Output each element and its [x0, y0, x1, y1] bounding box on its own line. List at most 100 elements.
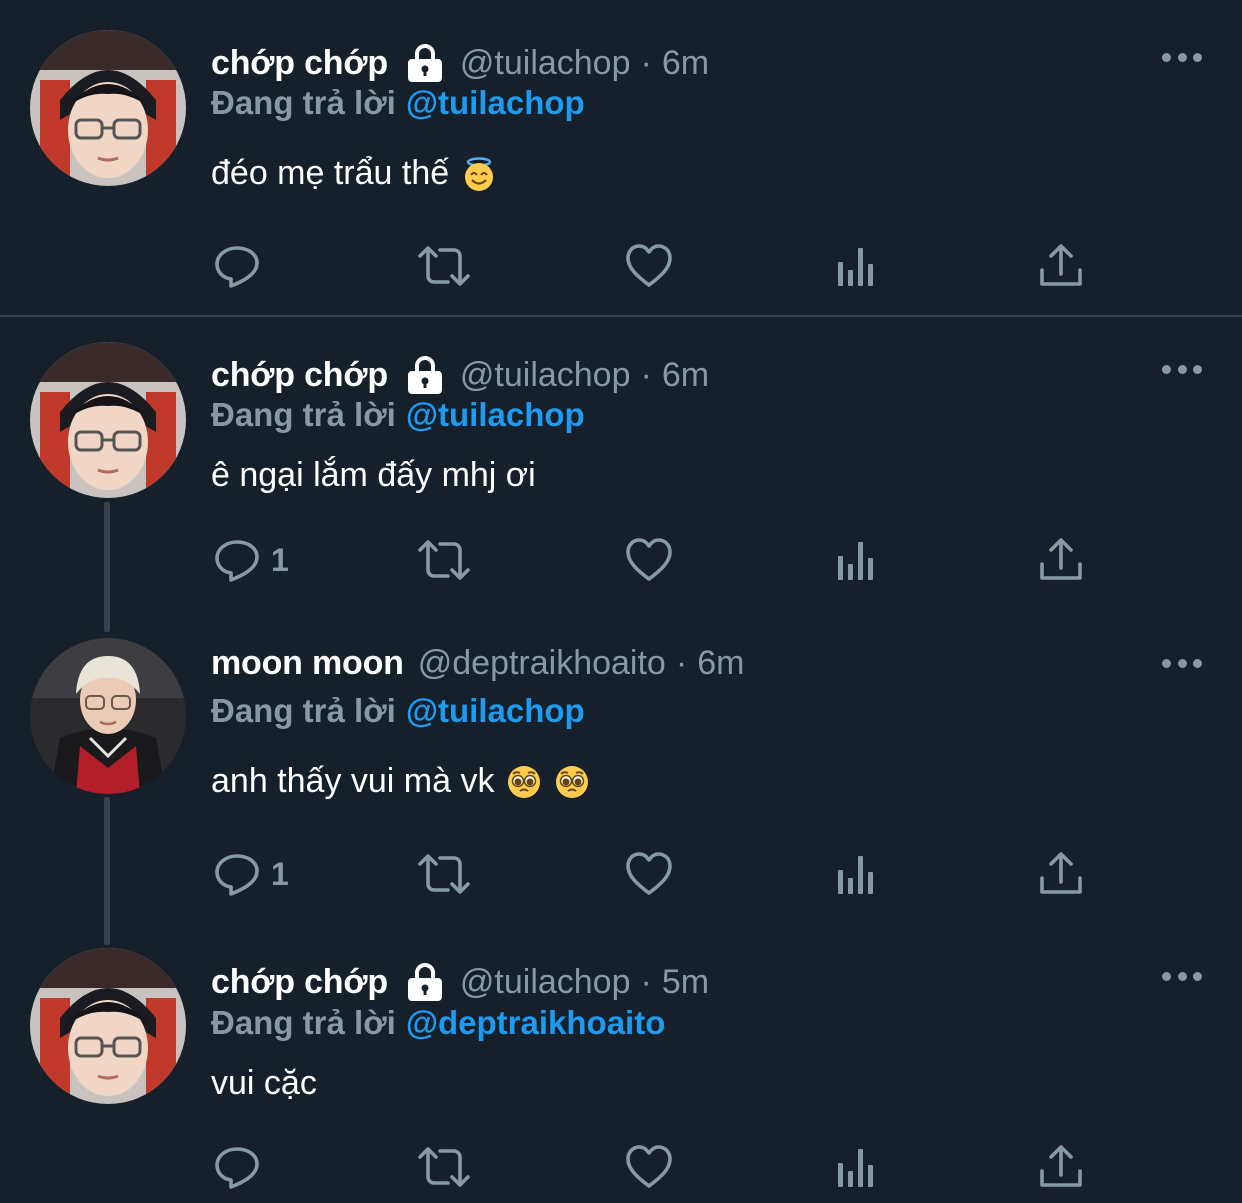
tweet-text: ê ngại lắm đấy mhj ơi — [211, 456, 536, 495]
replying-to: Đang trả lời @tuilachop — [211, 692, 585, 730]
analytics-icon — [838, 542, 873, 580]
more-options-icon[interactable] — [1162, 656, 1202, 670]
tweet-header: moon moon @deptraikhoaito · 6m — [211, 640, 744, 686]
retweet-icon — [418, 540, 470, 580]
user-handle[interactable]: @deptraikhoaito — [418, 644, 666, 683]
avatar-chop-image — [30, 948, 186, 1104]
tweet-feed: chớp chớp @tuilachop · 6m Đang trả lời @t… — [0, 0, 1242, 1203]
more-options-icon[interactable] — [1162, 969, 1202, 983]
avatar[interactable] — [30, 948, 186, 1104]
avatar[interactable] — [30, 638, 186, 794]
timestamp[interactable]: 6m — [662, 356, 709, 395]
reply-prefix: Đang trả lời — [211, 84, 396, 121]
reply-mention-link[interactable]: @tuilachop — [406, 396, 585, 433]
tweet-header: chớp chớp @tuilachop · 6m — [211, 352, 709, 398]
pleading-face-emoji — [554, 764, 590, 800]
analytics-button[interactable] — [832, 241, 880, 291]
avatar-chop-image — [30, 342, 186, 498]
reply-icon — [215, 540, 259, 582]
reply-icon — [215, 1147, 259, 1189]
retweet-icon — [418, 246, 470, 286]
tweet-1[interactable]: chớp chớp @tuilachop · 6m Đang trả lời @t… — [0, 0, 1242, 316]
analytics-icon — [838, 248, 873, 286]
tweet-body: anh thấy vui mà vk — [211, 762, 495, 800]
tweet-text: anh thấy vui mà vk — [211, 762, 590, 801]
analytics-button[interactable] — [832, 849, 880, 899]
reply-prefix: Đang trả lời — [211, 692, 396, 729]
user-handle[interactable]: @tuilachop — [460, 44, 631, 83]
tweet-header: chớp chớp @tuilachop · 6m — [211, 40, 709, 86]
more-options-icon[interactable] — [1162, 50, 1202, 64]
reply-button[interactable]: 1 — [213, 849, 289, 899]
avatar[interactable] — [30, 30, 186, 186]
display-name[interactable]: moon moon — [211, 644, 404, 683]
separator-dot: · — [640, 355, 652, 394]
tweet-body: đéo mẹ trẩu thế — [211, 154, 450, 192]
tweet-text: vui cặc — [211, 1064, 317, 1103]
tweet-text: đéo mẹ trẩu thế — [211, 154, 497, 193]
tweet-actions: 1 — [211, 535, 1111, 585]
avatar[interactable] — [30, 342, 186, 498]
share-icon — [1040, 244, 1082, 286]
share-icon — [1040, 538, 1082, 580]
timestamp[interactable]: 6m — [662, 44, 709, 83]
analytics-button[interactable] — [832, 535, 880, 585]
reply-mention-link[interactable]: @deptraikhoaito — [406, 1004, 666, 1041]
tweet-2[interactable]: chớp chớp @tuilachop · 6m Đang trả lời @t… — [0, 316, 1242, 616]
avatar-moon-image — [30, 638, 186, 794]
more-options-icon[interactable] — [1162, 362, 1202, 376]
retweet-button[interactable] — [416, 1142, 472, 1192]
display-name[interactable]: chớp chớp — [211, 963, 388, 1002]
like-icon — [626, 244, 672, 287]
share-button[interactable] — [1037, 535, 1085, 585]
like-button[interactable] — [625, 241, 673, 291]
display-name[interactable]: chớp chớp — [211, 44, 388, 83]
reply-button[interactable] — [213, 241, 271, 291]
like-icon — [626, 538, 672, 581]
smiling-face-with-halo-emoji — [461, 156, 497, 192]
separator-dot: · — [640, 43, 652, 82]
tweet-body: vui cặc — [211, 1064, 317, 1102]
reply-prefix: Đang trả lời — [211, 396, 396, 433]
reply-mention-link[interactable]: @tuilachop — [406, 692, 585, 729]
analytics-icon — [838, 856, 873, 894]
analytics-button[interactable] — [832, 1142, 880, 1192]
reply-prefix: Đang trả lời — [211, 1004, 396, 1041]
display-name[interactable]: chớp chớp — [211, 356, 388, 395]
share-button[interactable] — [1037, 1142, 1085, 1192]
like-button[interactable] — [625, 849, 673, 899]
share-button[interactable] — [1037, 241, 1085, 291]
tweet-3[interactable]: moon moon @deptraikhoaito · 6m Đang trả … — [0, 616, 1242, 932]
tweet-4[interactable]: chớp chớp @tuilachop · 5m Đang trả lời @d… — [0, 932, 1242, 1203]
retweet-icon — [418, 1147, 470, 1187]
replying-to: Đang trả lời @tuilachop — [211, 396, 585, 434]
tweet-actions: 1 — [211, 849, 1111, 899]
reply-button[interactable] — [213, 1142, 271, 1192]
user-handle[interactable]: @tuilachop — [460, 963, 631, 1002]
retweet-button[interactable] — [416, 535, 472, 585]
reply-button[interactable]: 1 — [213, 535, 289, 585]
retweet-button[interactable] — [416, 241, 472, 291]
like-button[interactable] — [625, 535, 673, 585]
like-icon — [626, 852, 672, 895]
like-button[interactable] — [625, 1142, 673, 1192]
tweet-actions — [211, 1142, 1111, 1192]
like-icon — [626, 1145, 672, 1188]
reply-mention-link[interactable]: @tuilachop — [406, 84, 585, 121]
timestamp[interactable]: 5m — [662, 963, 709, 1002]
replying-to: Đang trả lời @tuilachop — [211, 84, 585, 122]
separator-dot: · — [640, 962, 652, 1001]
retweet-icon — [418, 854, 470, 894]
retweet-button[interactable] — [416, 849, 472, 899]
user-handle[interactable]: @tuilachop — [460, 356, 631, 395]
reply-count: 1 — [271, 855, 289, 892]
replying-to: Đang trả lời @deptraikhoaito — [211, 1004, 665, 1042]
timestamp[interactable]: 6m — [697, 644, 744, 683]
share-button[interactable] — [1037, 849, 1085, 899]
reply-count: 1 — [271, 541, 289, 578]
share-icon — [1040, 852, 1082, 894]
avatar-chop-image — [30, 30, 186, 186]
lock-icon — [404, 354, 446, 396]
tweet-body: ê ngại lắm đấy mhj ơi — [211, 456, 536, 494]
tweet-header: chớp chớp @tuilachop · 5m — [211, 959, 709, 1005]
